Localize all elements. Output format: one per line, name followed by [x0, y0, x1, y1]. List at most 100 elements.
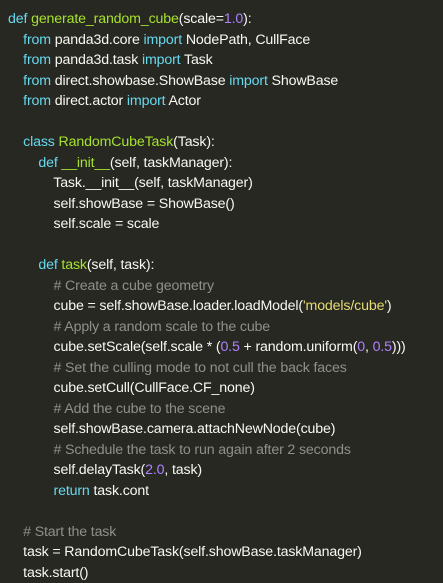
code-token: from	[23, 52, 55, 68]
code-line: task = RandomCubeTask(self.showBase.task…	[0, 542, 443, 563]
code-token: import	[229, 73, 271, 89]
code-token: panda3d.core	[55, 32, 144, 48]
code-indent	[8, 73, 23, 89]
code-token: from	[23, 93, 55, 109]
code-line: from direct.showbase.ShowBase import Sho…	[0, 71, 443, 92]
code-token: def	[38, 257, 61, 273]
code-indent	[8, 257, 38, 273]
code-token: # Set the culling mode to not cull the b…	[54, 360, 347, 376]
code-token: # Schedule the task to run again after 2…	[54, 442, 351, 458]
code-area[interactable]: def generate_random_cube(scale=1.0): fro…	[0, 9, 443, 583]
code-line: # Schedule the task to run again after 2…	[0, 440, 443, 461]
code-indent	[8, 380, 54, 396]
code-indent	[8, 401, 54, 417]
code-line: task.start()	[0, 563, 443, 583]
code-token: ,	[365, 339, 373, 355]
code-token: Task.__init__(self, taskManager)	[53, 175, 252, 191]
code-token: import	[144, 32, 186, 48]
code-line: # Apply a random scale to the cube	[0, 317, 443, 338]
code-token: # Create a cube geometry	[54, 278, 214, 294]
code-token: self.scale = scale	[54, 216, 160, 232]
code-line: def task(self, task):	[0, 255, 443, 276]
code-token: direct.showbase.ShowBase	[55, 73, 229, 89]
code-token: task	[61, 257, 86, 273]
code-indent	[8, 483, 54, 499]
code-line: Task.__init__(self, taskManager)	[0, 173, 443, 194]
code-indent	[8, 339, 54, 355]
code-indent	[8, 360, 54, 376]
code-token: def	[8, 11, 31, 27]
code-token: __init__	[61, 155, 110, 171]
code-token: task = RandomCubeTask(self.showBase.task…	[23, 544, 362, 560]
code-editor[interactable]: def generate_random_cube(scale=1.0): fro…	[0, 0, 443, 468]
code-token: )	[387, 298, 392, 314]
code-indent	[8, 216, 54, 232]
code-indent	[8, 175, 53, 191]
code-line: def __init__(self, taskManager):	[0, 153, 443, 174]
code-token: task.start()	[23, 565, 88, 581]
code-indent	[8, 544, 23, 560]
code-indent	[8, 134, 23, 150]
code-indent	[8, 442, 54, 458]
code-line: cube.setScale(self.scale * (0.5 + random…	[0, 337, 443, 358]
code-token: )))	[392, 339, 406, 355]
code-token: task.cont	[93, 483, 148, 499]
code-line: self.scale = scale	[0, 214, 443, 235]
code-indent	[8, 524, 23, 540]
code-line	[0, 112, 443, 133]
code-token: (scale=	[179, 11, 224, 27]
code-token: cube.setCull(CullFace.CF_none)	[54, 380, 255, 396]
code-token: import	[127, 93, 169, 109]
code-indent	[8, 52, 23, 68]
code-token: (Task):	[173, 134, 215, 150]
code-indent	[8, 196, 54, 212]
code-token: from	[23, 73, 55, 89]
code-token: 1.0	[224, 11, 243, 27]
code-token: , task)	[164, 462, 202, 478]
code-token: def	[38, 155, 61, 171]
code-token: 'models/cube'	[303, 298, 387, 314]
code-token: # Apply a random scale to the cube	[54, 319, 271, 335]
code-line	[0, 235, 443, 256]
code-token: # Start the task	[23, 524, 116, 540]
code-indent	[8, 32, 23, 48]
code-token: self.showBase.camera.attachNewNode(cube)	[54, 421, 336, 437]
code-line: def generate_random_cube(scale=1.0):	[0, 9, 443, 30]
code-token: panda3d.task	[55, 52, 142, 68]
code-line: # Set the culling mode to not cull the b…	[0, 358, 443, 379]
code-token: NodePath, CullFace	[186, 32, 310, 48]
code-token: + random.uniform(	[240, 339, 358, 355]
code-token: self.showBase = ShowBase()	[54, 196, 235, 212]
code-token: direct.actor	[55, 93, 127, 109]
code-token: import	[142, 52, 184, 68]
code-token: (self, task):	[87, 257, 154, 273]
code-indent	[8, 565, 23, 581]
code-token: 0.5	[220, 339, 239, 355]
code-token: ):	[243, 11, 251, 27]
code-line: self.showBase = ShowBase()	[0, 194, 443, 215]
code-line: class RandomCubeTask(Task):	[0, 132, 443, 153]
code-token: cube.setScale(self.scale * (	[54, 339, 221, 355]
code-line: return task.cont	[0, 481, 443, 502]
code-token: 0	[357, 339, 365, 355]
code-line	[0, 501, 443, 522]
code-line: from panda3d.task import Task	[0, 50, 443, 71]
code-indent	[8, 93, 23, 109]
code-token: Task	[184, 52, 213, 68]
code-token: class	[23, 134, 58, 150]
code-token: Actor	[168, 93, 200, 109]
code-indent	[8, 298, 54, 314]
code-token: RandomCubeTask	[59, 134, 174, 150]
code-indent	[8, 319, 54, 335]
code-line: cube = self.showBase.loader.loadModel('m…	[0, 296, 443, 317]
code-token: return	[54, 483, 94, 499]
code-token: cube = self.showBase.loader.loadModel(	[54, 298, 303, 314]
code-token: # Add the cube to the scene	[54, 401, 226, 417]
code-indent	[8, 278, 54, 294]
code-token: (self, taskManager):	[110, 155, 232, 171]
code-token: 0.5	[373, 339, 392, 355]
code-indent	[8, 462, 54, 478]
code-line: # Create a cube geometry	[0, 276, 443, 297]
code-line: self.delayTask(2.0, task)	[0, 460, 443, 481]
code-line: from panda3d.core import NodePath, CullF…	[0, 30, 443, 51]
